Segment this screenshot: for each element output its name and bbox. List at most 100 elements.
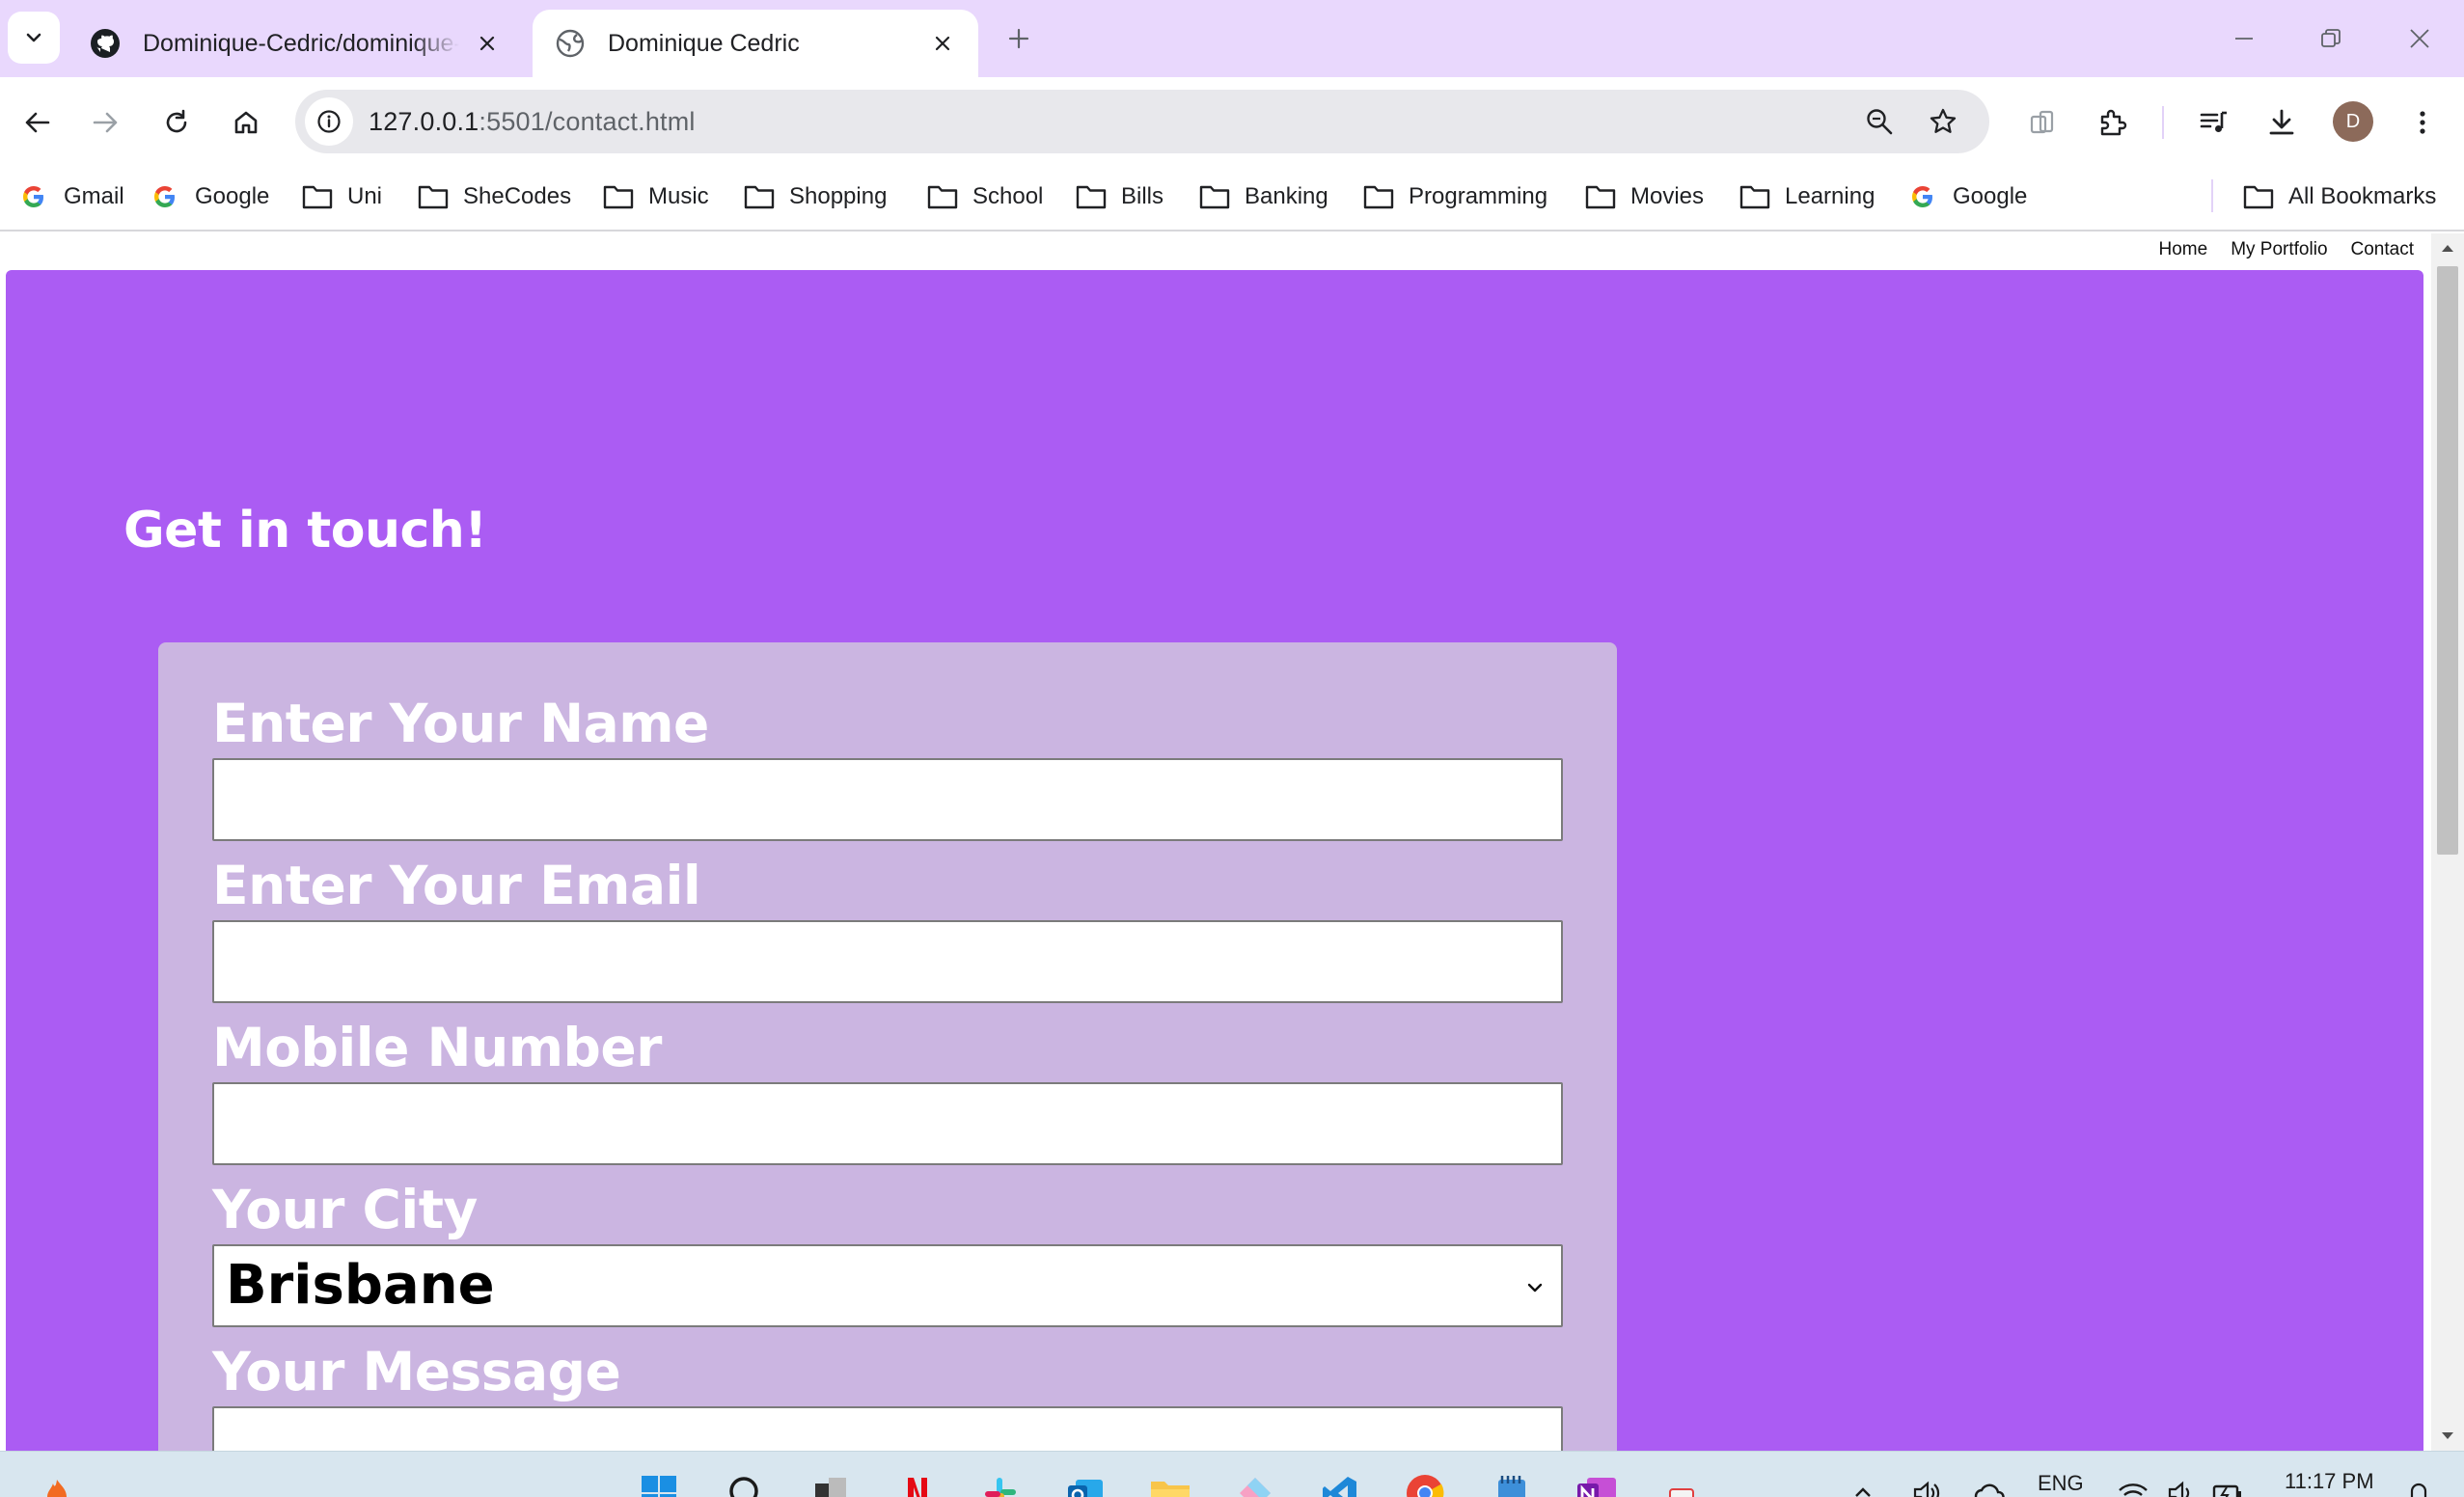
bookmark-star-button[interactable]: [1924, 102, 1962, 141]
bookmark-label: Gmail: [64, 183, 124, 209]
scroll-up-arrow[interactable]: [2431, 233, 2464, 262]
bookmark-folder-programming[interactable]: Programming: [1362, 177, 1547, 216]
wifi-icon[interactable]: [2111, 1471, 2155, 1497]
zoom-out-icon: [1867, 109, 1893, 135]
minimize-icon: [2235, 38, 2253, 40]
language-indicator[interactable]: ENG: [2038, 1471, 2084, 1496]
home-icon: [234, 111, 258, 134]
google-icon: [149, 180, 181, 213]
notepad-icon[interactable]: [1490, 1471, 1534, 1497]
folder-icon: [1198, 180, 1231, 213]
chevron-up-icon[interactable]: [1841, 1471, 1885, 1497]
close-tab-icon[interactable]: [928, 29, 957, 58]
paint-icon[interactable]: [1233, 1471, 1277, 1497]
windows-taskbar: ENG 11:17 PM: [0, 1451, 2464, 1497]
message-textarea[interactable]: [212, 1406, 1563, 1451]
profile-avatar[interactable]: D: [2333, 101, 2373, 142]
url-host: 127.0.0.1: [369, 107, 479, 136]
onedrive-icon[interactable]: [1968, 1471, 2012, 1497]
save-to-device-button[interactable]: [2018, 98, 2067, 147]
page-scrollbar[interactable]: [2431, 233, 2464, 1451]
media-controls-button[interactable]: [2190, 98, 2238, 147]
scrollbar-thumb[interactable]: [2437, 266, 2458, 855]
bookmark-folder-school[interactable]: School: [926, 177, 1043, 216]
city-select[interactable]: Brisbane: [212, 1244, 1563, 1327]
scroll-down-arrow[interactable]: [2431, 1422, 2464, 1451]
windows-start-icon[interactable]: [637, 1471, 681, 1497]
downloads-button[interactable]: [2258, 98, 2306, 147]
bookmark-folder-music[interactable]: Music: [602, 177, 709, 216]
new-tab-button[interactable]: [999, 19, 1038, 58]
bookmark-folder-banking[interactable]: Banking: [1198, 177, 1328, 216]
notifications-icon[interactable]: [2396, 1471, 2441, 1497]
home-button[interactable]: [222, 98, 270, 147]
outlook-icon[interactable]: [1063, 1471, 1108, 1497]
arrow-left-icon: [25, 112, 50, 133]
site-info-button[interactable]: [305, 97, 353, 146]
close-window-button[interactable]: [2398, 17, 2441, 60]
url-text[interactable]: 127.0.0.1:5501/contact.html: [369, 107, 696, 137]
arrow-right-icon: [93, 112, 118, 133]
bookmark-folder-shopping[interactable]: Shopping: [743, 177, 887, 216]
bookmark-label: Learning: [1785, 183, 1875, 209]
nav-link-contact[interactable]: Contact: [2351, 239, 2414, 260]
chevron-down-icon: [1520, 1273, 1549, 1302]
bookmark-google[interactable]: Google: [149, 177, 269, 216]
zoom-button[interactable]: [1860, 102, 1899, 141]
battery-icon[interactable]: [2205, 1471, 2250, 1497]
app-icon[interactable]: [1659, 1471, 1704, 1497]
google-icon: [1906, 180, 1939, 213]
close-tab-icon[interactable]: [473, 29, 502, 58]
tab-search-button[interactable]: [8, 12, 60, 64]
onenote-icon[interactable]: [1574, 1471, 1619, 1497]
minimize-button[interactable]: [2223, 17, 2265, 60]
devices-icon: [2030, 110, 2054, 134]
nav-link-portfolio[interactable]: My Portfolio: [2231, 239, 2327, 260]
bookmark-gmail[interactable]: Gmail: [17, 177, 124, 216]
bookmark-label: Google: [195, 183, 270, 209]
speaker-icon[interactable]: [2159, 1471, 2204, 1497]
tab-github[interactable]: Dominique-Cedric/dominique-c: [68, 10, 523, 77]
browser-titlebar: Dominique-Cedric/dominique-c Dominique C…: [0, 0, 2464, 77]
bookmark-folder-shecodes[interactable]: SheCodes: [417, 177, 571, 216]
bookmark-google-2[interactable]: Google: [1906, 177, 2027, 216]
browser-toolbar: 127.0.0.1:5501/contact.html D: [0, 77, 2464, 166]
all-bookmarks-button[interactable]: All Bookmarks: [2242, 177, 2436, 216]
bookmark-folder-bills[interactable]: Bills: [1075, 177, 1164, 216]
restore-button[interactable]: [2310, 17, 2352, 60]
reload-button[interactable]: [152, 98, 201, 147]
tab-dominique-cedric[interactable]: Dominique Cedric: [533, 10, 978, 77]
bookmark-folder-learning[interactable]: Learning: [1738, 177, 1875, 216]
chevron-down-icon: [26, 33, 41, 42]
tab-title: Dominique Cedric: [608, 29, 800, 57]
bookmark-folder-uni[interactable]: Uni: [301, 177, 382, 216]
file-explorer-icon[interactable]: [1148, 1471, 1192, 1497]
slack-icon[interactable]: [978, 1471, 1023, 1497]
vscode-icon[interactable]: [1318, 1471, 1362, 1497]
task-view-icon[interactable]: [808, 1471, 853, 1497]
mobile-input[interactable]: [212, 1082, 1563, 1165]
bookmark-label: Bills: [1121, 183, 1164, 209]
page-viewport: Home My Portfolio Contact Get in touch! …: [0, 233, 2431, 1451]
volume-icon[interactable]: [1904, 1471, 1949, 1497]
back-button[interactable]: [14, 98, 62, 147]
search-icon[interactable]: [724, 1471, 768, 1497]
triangle-up-icon: [2442, 245, 2453, 252]
weather-widget-icon[interactable]: [35, 1471, 79, 1497]
browser-menu-button[interactable]: [2398, 98, 2447, 147]
name-input[interactable]: [212, 758, 1563, 841]
bookmark-folder-movies[interactable]: Movies: [1584, 177, 1704, 216]
folder-icon: [301, 180, 334, 213]
github-icon: [89, 27, 122, 60]
address-bar[interactable]: 127.0.0.1:5501/contact.html: [295, 90, 1989, 153]
email-input[interactable]: [212, 920, 1563, 1003]
toolbar-divider: [2162, 106, 2164, 139]
clock-time[interactable]: 11:17 PM: [2285, 1469, 2374, 1494]
star-icon: [1930, 108, 1957, 133]
extensions-button[interactable]: [2088, 98, 2136, 147]
nav-link-home[interactable]: Home: [2159, 239, 2208, 260]
netflix-icon[interactable]: [895, 1471, 940, 1497]
chrome-icon[interactable]: [1403, 1471, 1447, 1497]
bookmark-label: Movies: [1630, 183, 1705, 209]
forward-button[interactable]: [81, 98, 129, 147]
